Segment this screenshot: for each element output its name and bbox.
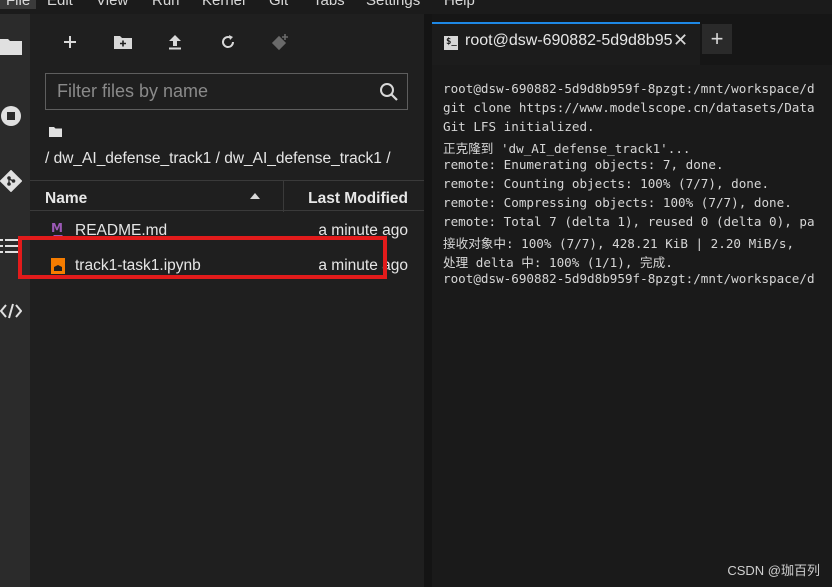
sort-ascending-icon[interactable] <box>250 193 260 199</box>
terminal-line: remote: Compressing objects: 100% (7/7),… <box>443 195 792 210</box>
terminal-line: remote: Counting objects: 100% (7/7), do… <box>443 176 770 191</box>
breadcrumb[interactable]: / dw_AI_defense_track1 / dw_AI_defense_t… <box>45 150 391 168</box>
tab-bar: $_ root@dsw-690882-5d9d8b959f-8pzgt: /mn… <box>432 14 832 65</box>
terminal-output[interactable]: root@dsw-690882-5d9d8b959f-8pzgt:/mnt/wo… <box>432 65 832 587</box>
terminal-line: 接收对象中: 100% (7/7), 428.21 KiB | 2.20 MiB… <box>443 236 795 251</box>
git-clone-icon <box>271 34 288 51</box>
upload-button[interactable] <box>163 30 187 54</box>
file-browser-panel: / dw_AI_defense_track1 / dw_AI_defense_t… <box>30 14 424 587</box>
column-last-modified[interactable]: Last Modified <box>308 190 408 208</box>
terminal-line: Git LFS initialized. <box>443 119 595 134</box>
menubar: File Edit View Run Kernel Git Tabs Setti… <box>0 0 832 14</box>
filter-files-input[interactable] <box>46 74 376 109</box>
menu-git[interactable]: Git <box>269 0 288 9</box>
filter-box <box>45 73 408 110</box>
new-folder-button[interactable] <box>111 30 135 54</box>
running-icon[interactable] <box>0 104 22 128</box>
terminal-line: 正克隆到 'dw_AI_defense_track1'... <box>443 141 691 156</box>
upload-icon <box>169 35 181 50</box>
terminal-line: remote: Enumerating objects: 7, done. <box>443 157 724 172</box>
highlight-box <box>18 236 387 279</box>
terminal-line: root@dsw-690882-5d9d8b959f-8pzgt:/mnt/wo… <box>443 271 815 286</box>
menu-file[interactable]: File <box>0 0 37 9</box>
close-icon[interactable]: ✕ <box>673 30 688 51</box>
menu-view[interactable]: View <box>96 0 128 9</box>
watermark: CSDN @珈百列 <box>727 563 820 578</box>
column-divider <box>283 181 284 212</box>
column-name[interactable]: Name <box>45 190 87 208</box>
file-list-header: Name Last Modified <box>30 180 424 212</box>
activity-bar <box>0 14 30 587</box>
menu-settings[interactable]: Settings <box>366 0 420 9</box>
new-launcher-button[interactable] <box>58 30 82 54</box>
breadcrumb-home-icon[interactable] <box>49 127 62 137</box>
tab-terminal[interactable]: $_ root@dsw-690882-5d9d8b959f-8pzgt: /mn… <box>432 22 700 65</box>
terminal-line: root@dsw-690882-5d9d8b959f-8pzgt:/mnt/wo… <box>443 81 815 96</box>
terminal-line: 处理 delta 中: 100% (1/1), 完成. <box>443 255 673 270</box>
terminal-line: remote: Total 7 (delta 1), reused 0 (del… <box>443 214 815 229</box>
git-icon[interactable] <box>0 169 22 193</box>
svg-text:M: M <box>51 221 63 235</box>
menu-run[interactable]: Run <box>152 0 180 9</box>
menu-edit[interactable]: Edit <box>47 0 73 9</box>
tab-label: root@dsw-690882-5d9d8b959f-8pzgt: /mnt/w… <box>465 32 673 49</box>
add-tab-button[interactable]: + <box>702 24 732 54</box>
panel-splitter[interactable] <box>424 14 432 587</box>
menu-tabs[interactable]: Tabs <box>313 0 345 9</box>
git-clone-button[interactable] <box>268 30 292 54</box>
plus-icon <box>64 36 76 48</box>
new-folder-icon <box>114 36 132 49</box>
refresh-button[interactable] <box>216 30 240 54</box>
code-icon[interactable] <box>0 299 22 323</box>
search-icon <box>380 83 398 101</box>
refresh-icon <box>222 35 235 48</box>
terminal-line: git clone https://www.modelscope.cn/data… <box>443 100 815 115</box>
menu-help[interactable]: Help <box>444 0 475 9</box>
folder-icon[interactable] <box>0 34 22 58</box>
terminal-icon: $_ <box>444 36 458 50</box>
menu-kernel[interactable]: Kernel <box>202 0 245 9</box>
